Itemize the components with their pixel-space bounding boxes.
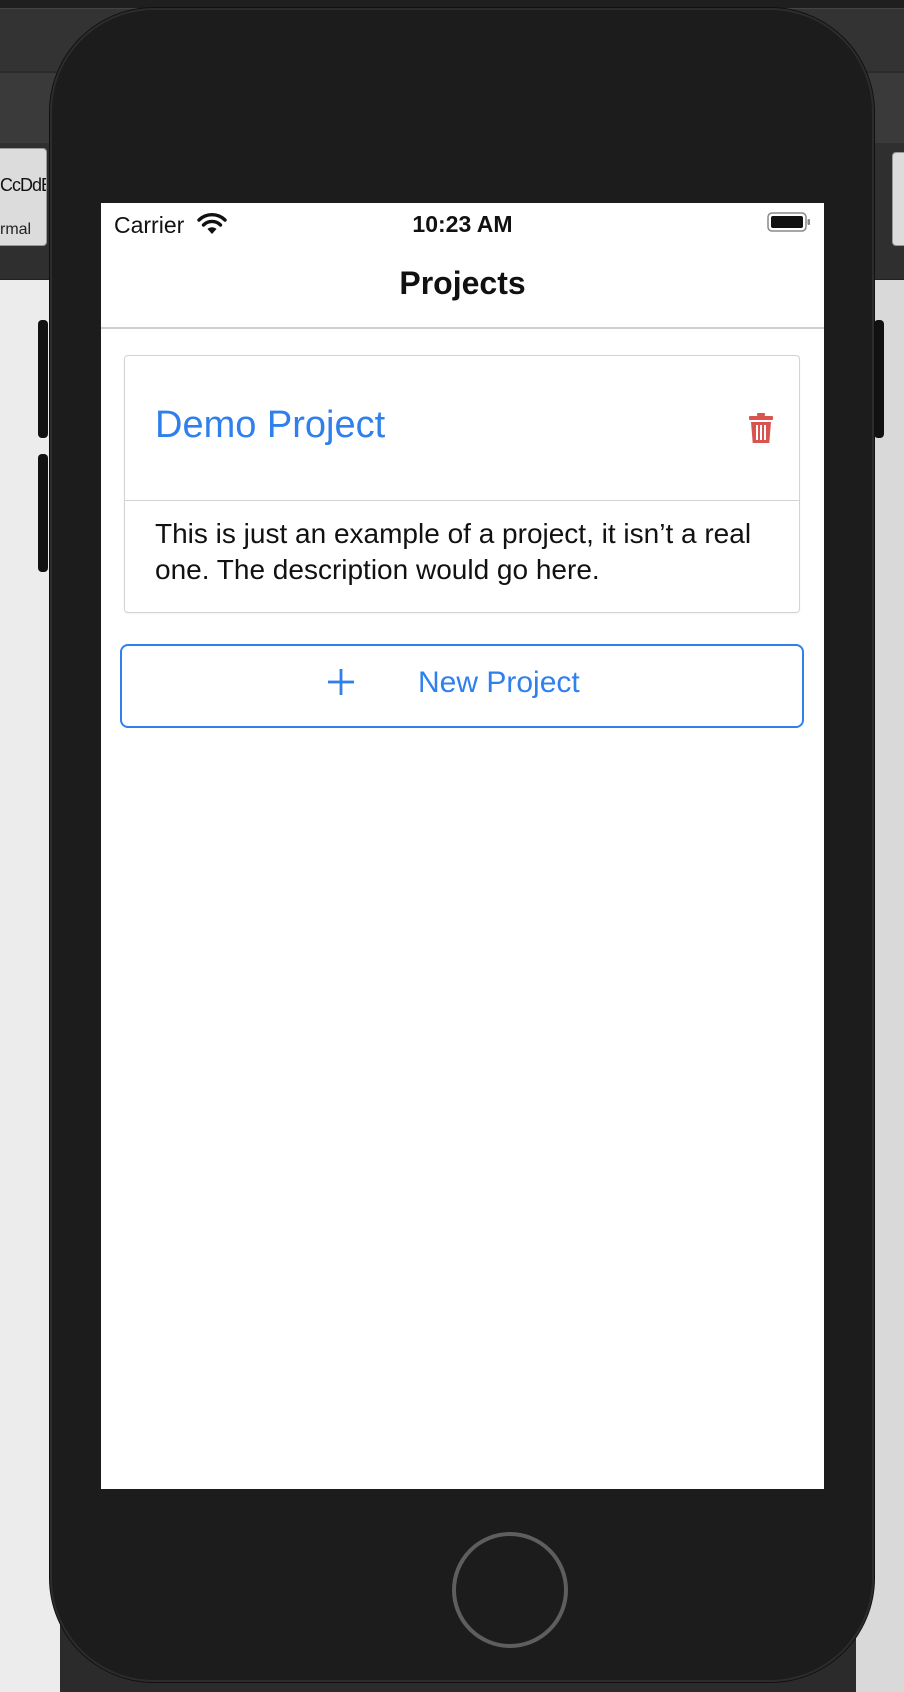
trash-icon[interactable] <box>748 412 774 444</box>
volume-down-button[interactable] <box>38 454 48 572</box>
volume-up-button[interactable] <box>38 320 48 438</box>
desktop-style-chip[interactable]: CcDdE rmal <box>0 148 47 246</box>
status-bar: Carrier 10:23 AM <box>101 203 824 243</box>
project-description: This is just an example of a project, it… <box>155 518 752 585</box>
status-time: 10:23 AM <box>412 211 513 237</box>
style-chip-sample: CcDdE <box>0 175 47 195</box>
desktop-style-chip-right[interactable] <box>892 152 904 246</box>
page-title: Projects <box>399 265 526 301</box>
project-card[interactable]: Demo Project This is just an example of … <box>124 355 800 613</box>
battery-icon <box>767 212 810 232</box>
navigation-bar: Projects <box>101 243 824 329</box>
power-button[interactable] <box>874 320 884 438</box>
new-project-button[interactable]: New Project <box>120 644 804 728</box>
app-screen: Carrier 10:23 AM Projects Demo Project T… <box>101 203 824 1489</box>
new-project-label: New Project <box>418 666 580 699</box>
project-title-link[interactable]: Demo Project <box>155 404 385 447</box>
style-chip-label: rmal <box>0 221 32 238</box>
home-button[interactable] <box>452 1532 568 1648</box>
project-card-header: Demo Project <box>125 356 799 501</box>
plus-icon <box>328 669 354 695</box>
